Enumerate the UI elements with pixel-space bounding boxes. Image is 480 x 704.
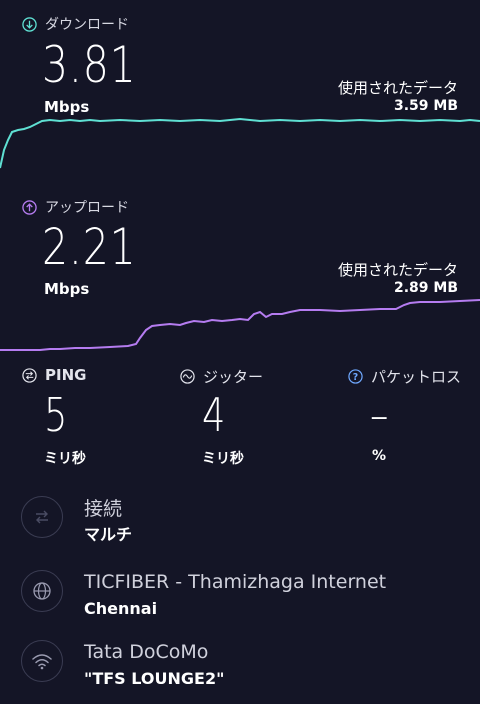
connection-arrows-icon [36, 510, 48, 524]
download-label: ダウンロード [45, 17, 129, 33]
ping-value: 5 [44, 388, 68, 442]
connection-icon-circle [21, 496, 63, 538]
network-icon-circle [21, 640, 63, 682]
ping-unit: ミリ秒 [44, 451, 86, 467]
download-header: ダウンロード [22, 14, 129, 34]
jitter-header: ジッター [180, 366, 263, 387]
upload-speed-value: 2.21 [42, 218, 137, 276]
download-used-data-label: 使用されたデータ [337, 79, 458, 97]
connection-value: マルチ [84, 525, 133, 544]
speedtest-result-screen: ダウンロード 3.81 Mbps 使用されたデータ 3.59 MB アップロード… [0, 0, 480, 704]
packet-loss-unit: % [372, 448, 387, 464]
download-speed-graph [0, 117, 480, 169]
jitter-icon [180, 369, 195, 384]
upload-used-data-label: 使用されたデータ [337, 261, 458, 279]
ping-icon [22, 367, 37, 383]
isp-location: Chennai [84, 599, 158, 618]
help-question-icon[interactable]: ? [348, 369, 363, 384]
network-ssid: "TFS LOUNGE2" [84, 669, 225, 688]
ping-header: PING [22, 366, 86, 384]
upload-label: アップロード [45, 200, 129, 216]
network-carrier: Tata DoCoMo [84, 641, 209, 663]
isp-icon-circle [21, 570, 63, 612]
upload-arrow-icon [22, 199, 37, 215]
globe-icon [33, 582, 51, 600]
ping-label: PING [45, 366, 87, 384]
packet-loss-label: パケットロス [371, 368, 462, 386]
download-arrow-icon [22, 16, 37, 32]
packet-loss-header[interactable]: ? パケットロス [348, 366, 461, 387]
jitter-value: 4 [202, 388, 226, 442]
svg-text:?: ? [353, 372, 358, 383]
connection-title: 接続 [84, 498, 123, 520]
upload-speed-graph [0, 299, 480, 351]
packet-loss-value: – [370, 388, 389, 442]
wifi-icon [32, 654, 52, 670]
isp-name: TICFIBER - Thamizhaga Internet [84, 571, 387, 593]
jitter-unit: ミリ秒 [202, 451, 244, 467]
jitter-label: ジッター [203, 368, 264, 386]
download-speed-value: 3.81 [42, 36, 137, 94]
upload-header: アップロード [22, 197, 129, 217]
